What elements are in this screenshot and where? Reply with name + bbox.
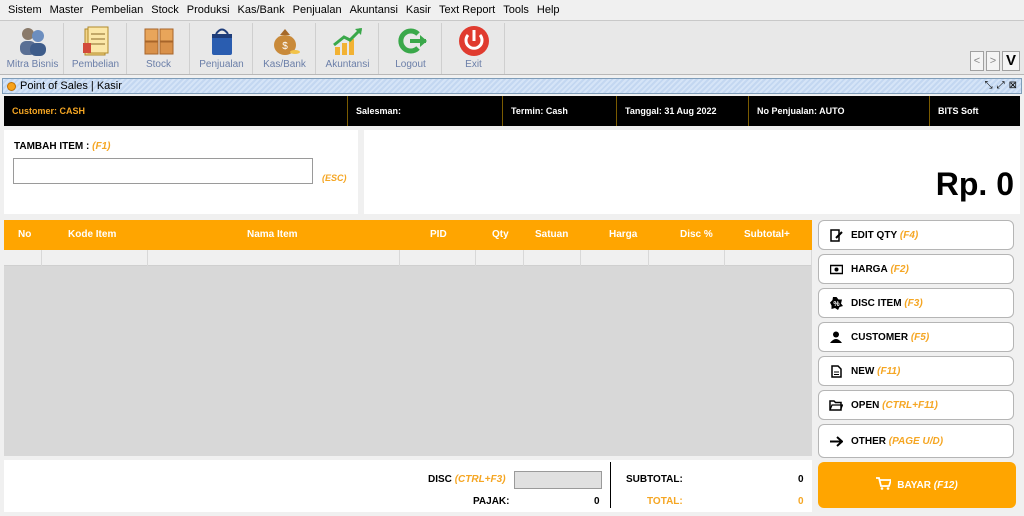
logout-button[interactable]: Logout — [380, 23, 442, 74]
subtotal-value: 0 — [798, 474, 804, 485]
customer-button[interactable]: CUSTOMER (F5) — [818, 322, 1014, 352]
logout-arrow-icon — [394, 25, 428, 57]
col-no[interactable]: No — [18, 220, 31, 250]
edit-icon — [829, 228, 843, 242]
person-icon — [829, 330, 843, 344]
close-icon[interactable]: ⊠ — [1009, 80, 1017, 91]
badge-percent-icon: % — [829, 296, 843, 310]
col-disc[interactable]: Disc % — [680, 220, 713, 250]
disc-input[interactable] — [514, 471, 602, 489]
total-value: 0 — [798, 496, 804, 507]
window-title-bar: Point of Sales | Kasir ⤡ ⤢ ⊠ — [2, 78, 1022, 94]
pembelian-button[interactable]: Pembelian — [65, 23, 127, 74]
bayar-button[interactable]: BAYAR (F12) — [818, 462, 1016, 508]
svg-text:%: % — [833, 301, 840, 308]
boxes-icon — [142, 25, 176, 57]
no-penjualan-info: No Penjualan: AUTO — [749, 96, 930, 126]
menu-stock[interactable]: Stock — [147, 4, 183, 16]
menu-sistem[interactable]: Sistem — [4, 4, 46, 16]
menu-text-report[interactable]: Text Report — [435, 4, 499, 16]
money-bag-icon: $ — [268, 25, 302, 57]
exit-button[interactable]: Exit — [443, 23, 505, 74]
restore-icon[interactable]: ⤡ — [985, 80, 993, 91]
total-display-panel: Rp. 0 — [364, 130, 1020, 214]
power-icon — [457, 25, 491, 57]
pos-window: { "menu": ["Sistem", "Master", "Pembelia… — [0, 0, 1024, 516]
info-bar: Customer: CASH Salesman: Termin: Cash Ta… — [4, 96, 1020, 126]
menu-penjualan[interactable]: Penjualan — [289, 4, 346, 16]
edit-qty-button[interactable]: EDIT QTY (F4) — [818, 220, 1014, 250]
divider — [610, 462, 611, 508]
col-nama-item[interactable]: Nama Item — [247, 220, 298, 250]
window-title: Point of Sales | Kasir — [20, 80, 122, 92]
arrow-right-icon — [829, 434, 843, 448]
col-harga[interactable]: Harga — [609, 220, 637, 250]
new-button[interactable]: NEW (F11) — [818, 356, 1014, 386]
col-subtotal[interactable]: Subtotal+ — [744, 220, 790, 250]
money-icon — [829, 262, 843, 276]
prev-window-button[interactable]: < — [970, 51, 984, 71]
menu-kas-bank[interactable]: Kas/Bank — [234, 4, 289, 16]
add-item-panel: TAMBAH ITEM : (F1) (ESC) — [4, 130, 358, 214]
menu-bar: Sistem Master Pembelian Stock Produksi K… — [0, 0, 1024, 20]
akuntansi-button[interactable]: Akuntansi — [317, 23, 379, 74]
mitra-bisnis-button[interactable]: Mitra Bisnis — [2, 23, 64, 74]
disc-item-button[interactable]: % DISC ITEM (F3) — [818, 288, 1014, 318]
window-icon — [7, 81, 16, 91]
other-button[interactable]: OTHER (PAGE U/D) — [818, 424, 1014, 458]
items-table: No Kode Item Nama Item PID Qty Satuan Ha… — [4, 220, 812, 456]
folder-open-icon — [829, 398, 843, 412]
open-button[interactable]: OPEN (CTRL+F11) — [818, 390, 1014, 420]
col-kode-item[interactable]: Kode Item — [68, 220, 116, 250]
customer-info: Customer: CASH — [4, 96, 348, 126]
users-icon — [16, 25, 50, 57]
cart-icon — [876, 477, 893, 493]
menu-akuntansi[interactable]: Akuntansi — [346, 4, 402, 16]
window-list-button[interactable]: V — [1002, 51, 1020, 71]
table-header: No Kode Item Nama Item PID Qty Satuan Ha… — [4, 220, 812, 250]
esc-hint: (ESC) — [322, 173, 347, 183]
stock-button[interactable]: Stock — [128, 23, 190, 74]
subtotal-label: SUBTOTAL: — [626, 474, 683, 485]
pajak-label: PAJAK: — [473, 496, 510, 507]
toolbar: Mitra Bisnis Pembelian Stock Penjualan $… — [0, 20, 1024, 75]
col-satuan[interactable]: Satuan — [535, 220, 568, 250]
growth-chart-icon — [331, 25, 365, 57]
col-qty[interactable]: Qty — [492, 220, 509, 250]
pajak-value: 0 — [594, 496, 600, 507]
harga-button[interactable]: HARGA (F2) — [818, 254, 1014, 284]
kas-bank-button[interactable]: $ Kas/Bank — [254, 23, 316, 74]
menu-master[interactable]: Master — [46, 4, 88, 16]
totals-panel: DISC (CTRL+F3) PAJAK: 0 SUBTOTAL: 0 TOTA… — [4, 460, 812, 512]
brand-label: BITS Soft — [938, 106, 979, 116]
next-window-button[interactable]: > — [986, 51, 1000, 71]
add-item-input[interactable] — [13, 158, 313, 184]
shopping-bag-icon — [205, 25, 239, 57]
tanggal-info: Tanggal: 31 Aug 2022 — [617, 96, 749, 126]
menu-produksi[interactable]: Produksi — [183, 4, 234, 16]
table-row[interactable] — [4, 250, 812, 266]
new-file-icon — [829, 364, 843, 378]
maximize-icon[interactable]: ⤢ — [997, 80, 1005, 91]
menu-tools[interactable]: Tools — [499, 4, 533, 16]
ledger-icon — [79, 25, 113, 57]
disc-label: DISC (CTRL+F3) — [428, 474, 506, 485]
salesman-info: Salesman: — [348, 96, 503, 126]
termin-info: Termin: Cash — [503, 96, 617, 126]
window-nav: < > V — [970, 51, 1020, 71]
col-pid[interactable]: PID — [430, 220, 447, 250]
total-label: TOTAL: — [647, 496, 683, 507]
menu-help[interactable]: Help — [533, 4, 564, 16]
svg-text:$: $ — [282, 41, 288, 52]
menu-kasir[interactable]: Kasir — [402, 4, 435, 16]
add-item-label: TAMBAH ITEM : (F1) — [14, 141, 111, 152]
grand-total-display: Rp. 0 — [935, 166, 1014, 202]
penjualan-button[interactable]: Penjualan — [191, 23, 253, 74]
menu-pembelian[interactable]: Pembelian — [87, 4, 147, 16]
